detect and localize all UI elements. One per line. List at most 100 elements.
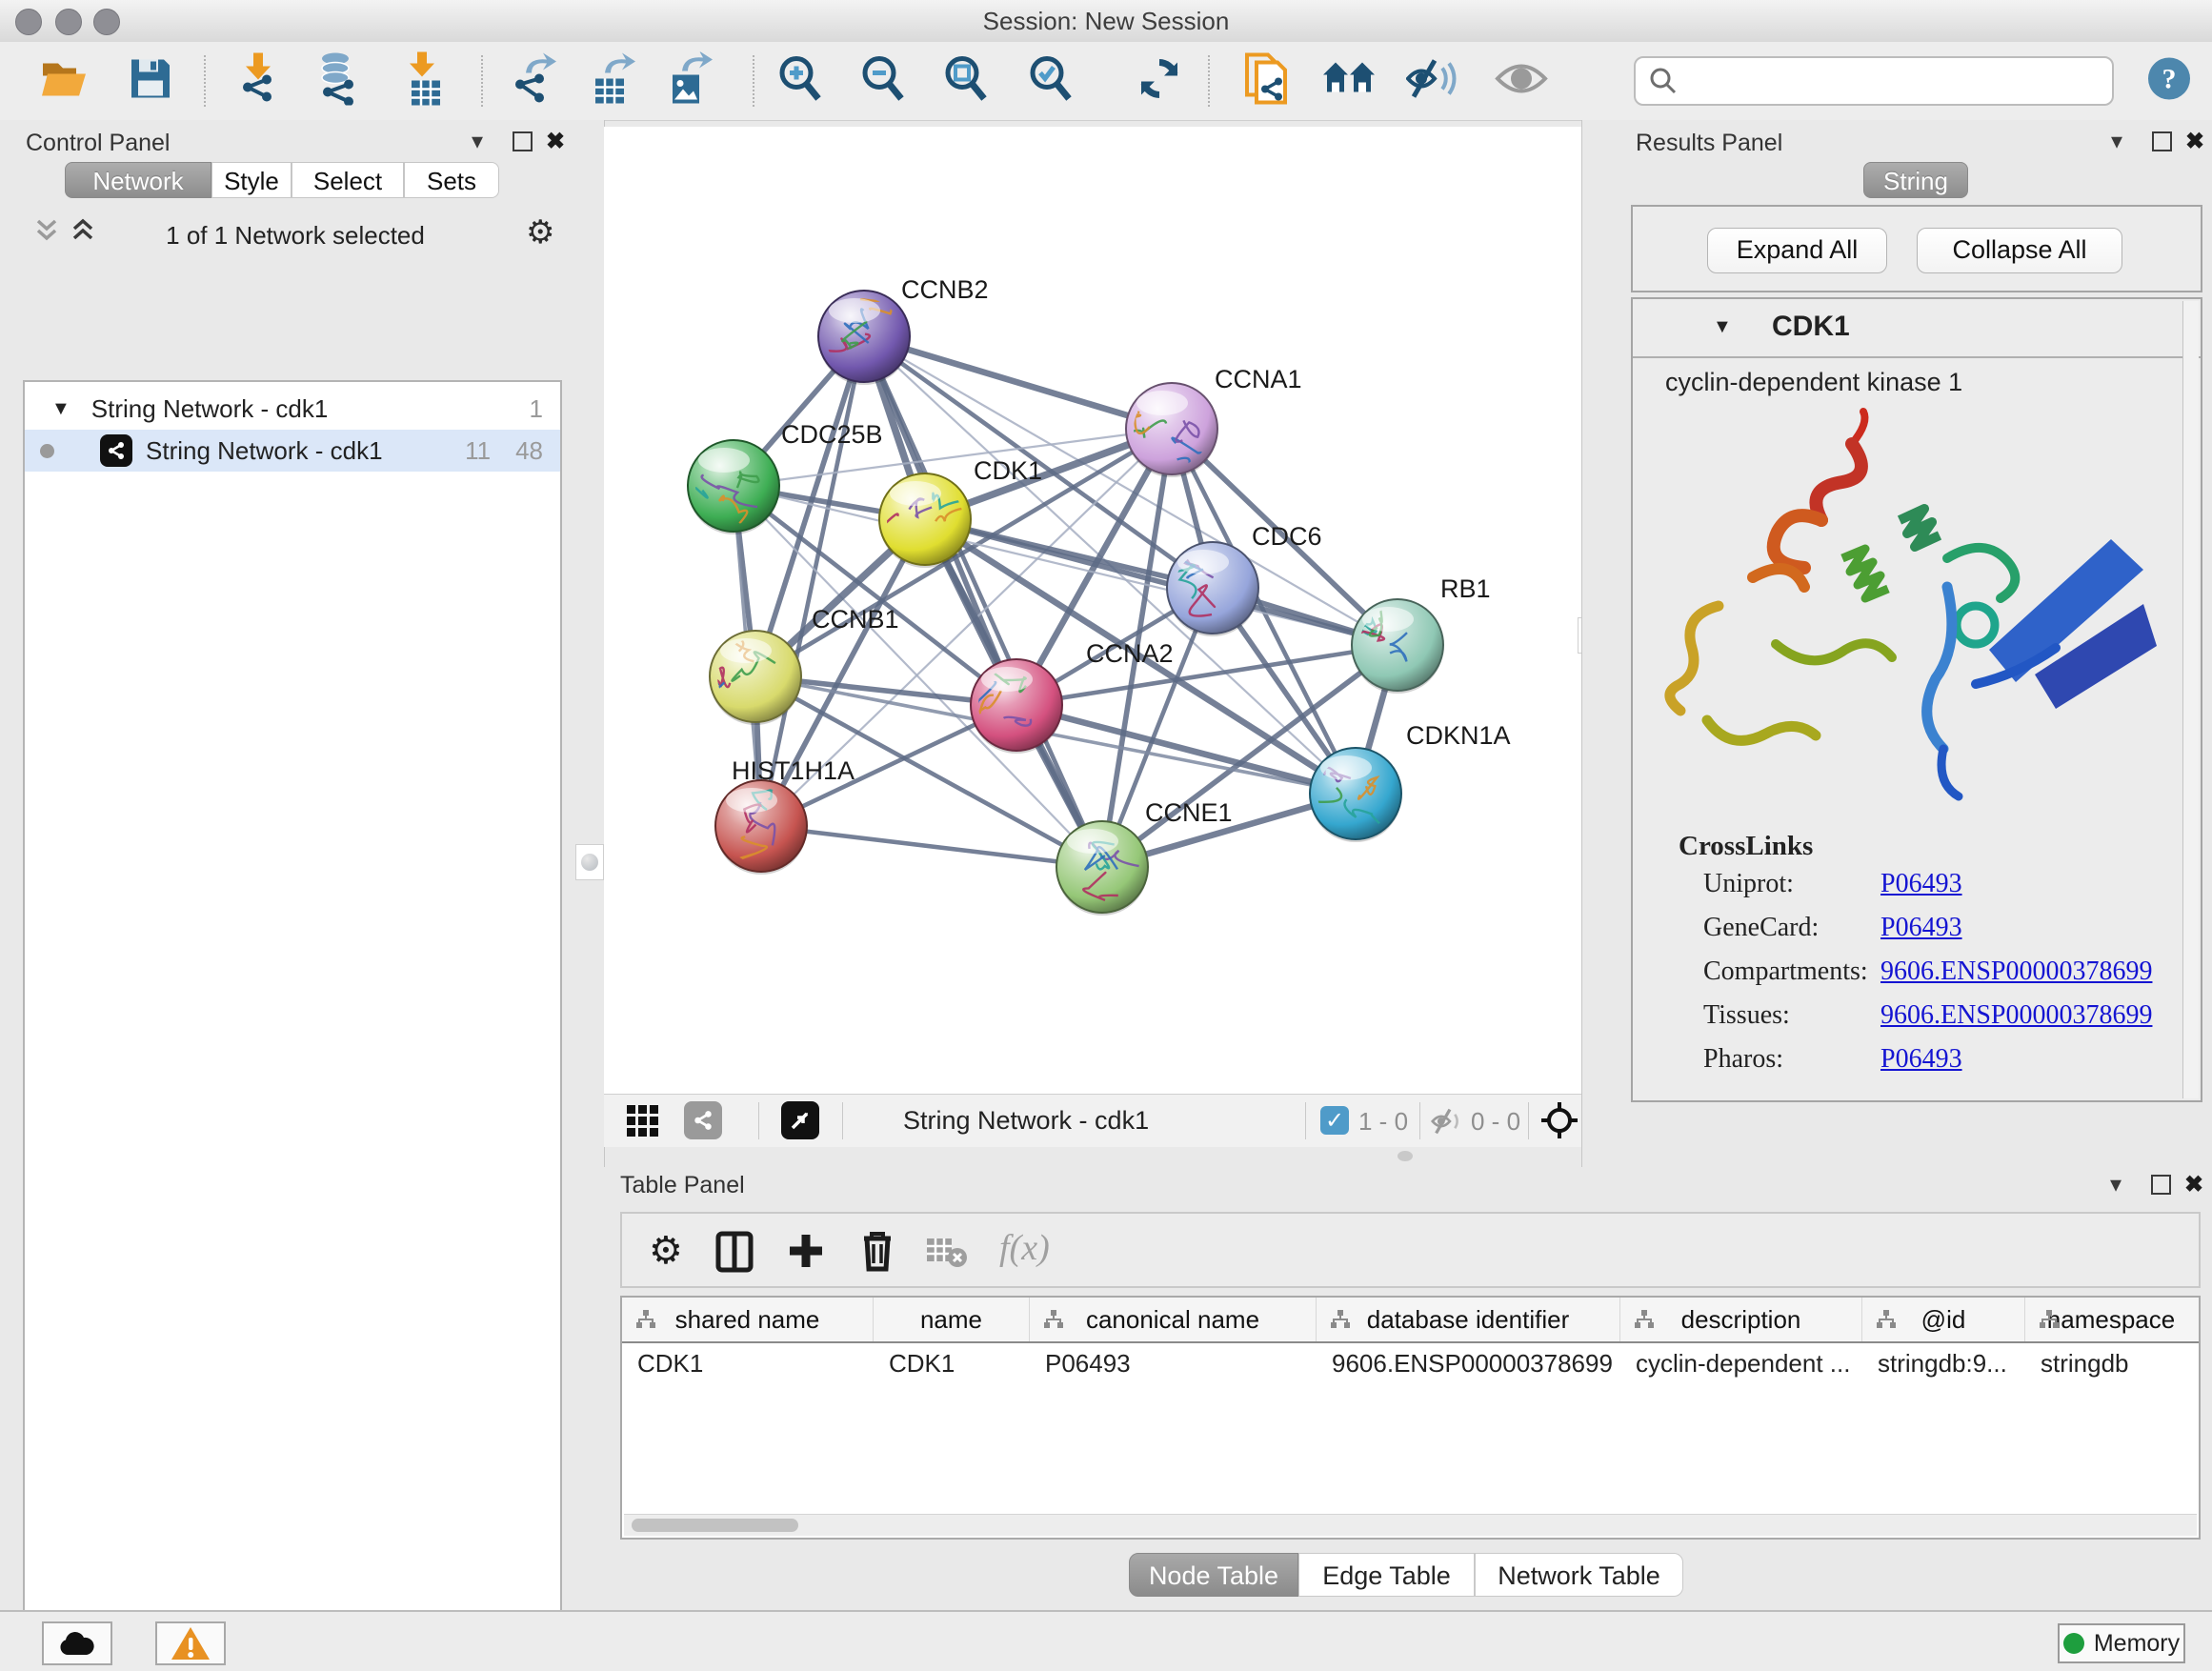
crosslink-value-link[interactable]: P06493: [1880, 869, 1962, 899]
table-settings-gear-icon[interactable]: ⚙: [649, 1229, 683, 1273]
table-panel-menu-button[interactable]: ▾: [2101, 1169, 2130, 1199]
cell-canonical-name[interactable]: P06493: [1030, 1343, 1317, 1383]
zoom-fit-icon[interactable]: [941, 54, 991, 109]
column-header-shared-name[interactable]: shared name: [622, 1298, 874, 1341]
column-header-canonical-name[interactable]: canonical name: [1030, 1298, 1317, 1341]
tab-select[interactable]: Select: [292, 162, 404, 198]
network-graph[interactable]: CCNB2CCNA1CDC25BCDK1CDC6RB1CCNB1CCNA2CDK…: [604, 127, 1581, 1094]
search-input[interactable]: [1689, 62, 2102, 98]
results-panel-float-button[interactable]: [2147, 126, 2176, 156]
import-network-icon[interactable]: [236, 53, 280, 110]
column-header-namespace[interactable]: namespace: [2025, 1298, 2197, 1341]
hide-unhide-icon[interactable]: [1406, 57, 1458, 106]
network-options-gear-icon[interactable]: ⚙: [526, 213, 554, 252]
delete-table-icon[interactable]: [925, 1237, 967, 1274]
network-row-selected[interactable]: String Network - cdk1 11 48: [25, 430, 560, 472]
import-network-database-icon[interactable]: [314, 52, 360, 111]
node-section-header[interactable]: ▼ CDK1: [1633, 299, 2201, 358]
homes-icon[interactable]: [1321, 58, 1377, 105]
fit-selected-crosshair-icon[interactable]: [1539, 1100, 1579, 1145]
network-share-view-icon[interactable]: [684, 1101, 722, 1139]
open-session-icon[interactable]: [40, 58, 90, 105]
left-splitter-handle[interactable]: [575, 844, 604, 880]
control-panel-close-button[interactable]: ✖: [541, 126, 570, 156]
table-horizontal-scrollbar[interactable]: [624, 1514, 2197, 1536]
table-panel-float-button[interactable]: [2146, 1169, 2175, 1199]
share-document-icon[interactable]: [1243, 51, 1291, 111]
tab-network[interactable]: Network: [65, 162, 211, 198]
cell-database-identifier[interactable]: 9606.ENSP00000378699: [1317, 1343, 1620, 1383]
import-table-icon[interactable]: [404, 52, 446, 111]
tree-expander-icon[interactable]: ▼: [51, 398, 70, 420]
tab-string[interactable]: String: [1863, 162, 1968, 198]
expand-all-button[interactable]: Expand All: [1707, 228, 1887, 273]
table-row[interactable]: CDK1 CDK1 P06493 9606.ENSP00000378699 cy…: [622, 1343, 2199, 1383]
cell-id[interactable]: stringdb:9...: [1862, 1343, 2025, 1383]
save-session-icon[interactable]: [130, 58, 171, 105]
function-builder-icon[interactable]: f(x): [999, 1227, 1050, 1269]
tab-style[interactable]: Style: [211, 162, 292, 198]
tab-sets[interactable]: Sets: [404, 162, 499, 198]
network-node-cdc25b[interactable]: [670, 440, 779, 534]
network-node-hist1h1a[interactable]: [715, 780, 807, 875]
delete-column-trash-icon[interactable]: [858, 1229, 896, 1278]
network-grid-view-icon[interactable]: [627, 1105, 658, 1137]
network-node-ccna2[interactable]: [966, 659, 1062, 754]
cell-namespace[interactable]: stringdb: [2025, 1343, 2197, 1383]
scrollbar-thumb[interactable]: [632, 1519, 798, 1532]
column-header-description[interactable]: description: [1620, 1298, 1862, 1341]
cell-name[interactable]: CDK1: [874, 1343, 1030, 1383]
cell-description[interactable]: cyclin-dependent ...: [1620, 1343, 1862, 1383]
tab-node-table[interactable]: Node Table: [1129, 1553, 1298, 1597]
eye-icon[interactable]: [1495, 60, 1548, 103]
network-node-ccnb1[interactable]: [701, 631, 801, 725]
cloud-status-button[interactable]: [42, 1621, 112, 1665]
zoom-out-icon[interactable]: [858, 54, 908, 109]
control-panel-menu-button[interactable]: ▾: [463, 126, 492, 156]
export-image-icon[interactable]: [667, 52, 713, 111]
network-edge[interactable]: [761, 826, 1102, 867]
network-node-cdkn1a[interactable]: [1297, 748, 1401, 842]
crosslink-value-link[interactable]: P06493: [1880, 1044, 1962, 1075]
zoom-selected-icon[interactable]: [1026, 54, 1076, 109]
network-edge[interactable]: [864, 336, 1102, 867]
help-icon[interactable]: ?: [2146, 56, 2192, 107]
network-node-rb1[interactable]: [1351, 599, 1443, 694]
tab-network-table[interactable]: Network Table: [1475, 1553, 1683, 1597]
expand-all-networks-icon[interactable]: [69, 215, 97, 251]
birds-eye-view-icon[interactable]: [781, 1101, 819, 1139]
network-view[interactable]: CCNB2CCNA1CDC25BCDK1CDC6RB1CCNB1CCNA2CDK…: [604, 127, 1581, 1094]
column-header-name[interactable]: name: [874, 1298, 1030, 1341]
add-column-icon[interactable]: [786, 1231, 826, 1276]
export-network-icon[interactable]: [511, 52, 556, 111]
network-node-ccna1[interactable]: [1118, 383, 1217, 477]
show-columns-icon[interactable]: [715, 1231, 754, 1278]
crosslink-value-link[interactable]: P06493: [1880, 913, 1962, 943]
results-panel-menu-button[interactable]: ▾: [2102, 126, 2131, 156]
network-node-ccne1[interactable]: [1056, 821, 1148, 916]
network-node-cdc6[interactable]: [1167, 542, 1258, 636]
results-scrollbar[interactable]: [2182, 301, 2199, 1098]
results-panel-close-button[interactable]: ✖: [2181, 126, 2209, 156]
table-panel-close-button[interactable]: ✖: [2180, 1169, 2208, 1199]
network-node-ccnb2[interactable]: [818, 291, 910, 385]
column-header-database-identifier[interactable]: database identifier: [1317, 1298, 1620, 1341]
collapse-all-networks-icon[interactable]: [32, 215, 61, 251]
warnings-button[interactable]: [155, 1621, 226, 1665]
crosslink-value-link[interactable]: 9606.ENSP00000378699: [1880, 1000, 2152, 1031]
zoom-in-icon[interactable]: [775, 54, 825, 109]
network-edge[interactable]: [761, 336, 864, 826]
network-collection-row[interactable]: ▼ String Network - cdk1 1: [25, 388, 560, 430]
cell-shared-name[interactable]: CDK1: [622, 1343, 874, 1383]
column-header-id[interactable]: @id: [1862, 1298, 2025, 1341]
horizontal-splitter-handle[interactable]: [1398, 1151, 1413, 1161]
hidden-eye-icon[interactable]: [1431, 1107, 1465, 1140]
collapse-all-button[interactable]: Collapse All: [1917, 228, 2122, 273]
selected-checkbox-icon[interactable]: ✓: [1320, 1106, 1349, 1135]
refresh-icon[interactable]: [1136, 55, 1183, 108]
tab-edge-table[interactable]: Edge Table: [1298, 1553, 1475, 1597]
section-expander-icon[interactable]: ▼: [1713, 316, 1732, 338]
export-table-icon[interactable]: [590, 52, 635, 111]
crosslink-value-link[interactable]: 9606.ENSP00000378699: [1880, 956, 2152, 987]
control-panel-float-button[interactable]: [508, 126, 536, 156]
